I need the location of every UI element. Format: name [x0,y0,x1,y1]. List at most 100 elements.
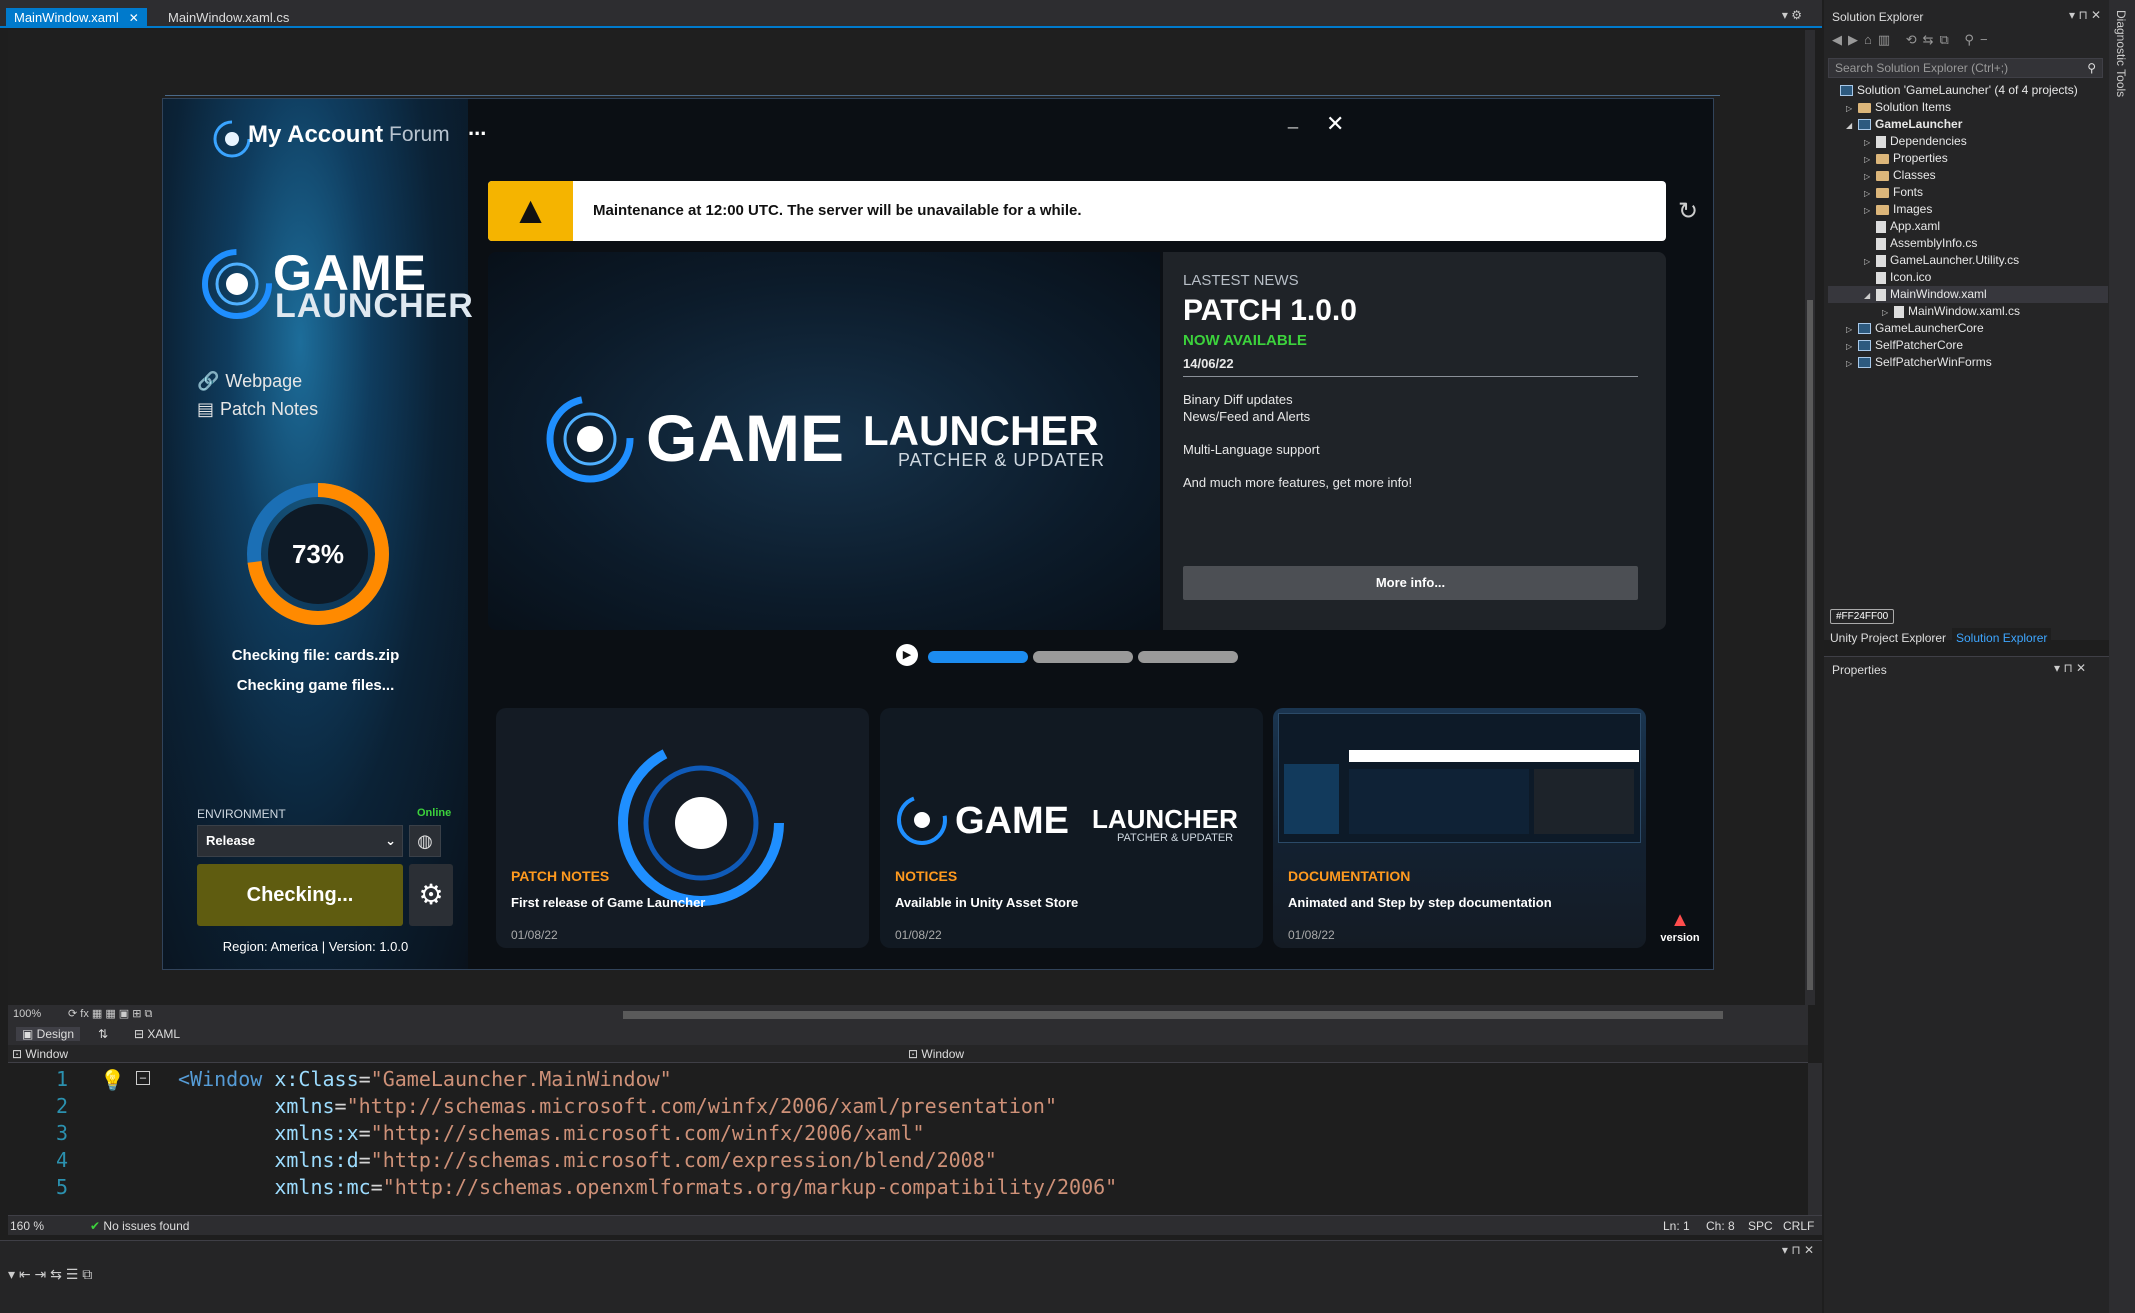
code-token: = [334,1094,347,1118]
tab-mainwindow-xaml[interactable]: MainWindow.xaml ✕ [6,8,147,28]
issues-indicator[interactable]: ✔ No issues found [90,1219,189,1233]
swap-panes-icon[interactable]: ⇅ [98,1027,108,1041]
refresh-icon[interactable]: ↻ [1678,197,1698,226]
expand-toggle-icon[interactable]: ▷ [1846,321,1858,338]
settings-gear-icon[interactable]: ⚙ [409,864,453,926]
designer-tool-icons[interactable]: ⟳ fx ▦ ▦ ▣ ⊞ ⧉ [68,1007,152,1021]
editor-zoom[interactable]: 160 % [10,1219,44,1233]
tab-mainwindow-xaml-cs[interactable]: MainWindow.xaml.cs [160,8,297,28]
solution-tree-item[interactable]: ▷ GameLauncher.Utility.cs [1828,252,2108,269]
nav-forum[interactable]: Forum [389,123,450,147]
color-chip[interactable]: #FF24FF00 [1830,609,1895,624]
solution-tree-item[interactable]: App.xaml [1828,218,2108,235]
carousel-play-icon[interactable]: ▶ [896,644,918,666]
tab-unity-project-explorer[interactable]: Unity Project Explorer [1830,631,1946,645]
code-line[interactable]: 3 xmlns:x="http://schemas.microsoft.com/… [8,1121,1788,1147]
hero-banner[interactable]: GAME LAUNCHER PATCHER & UPDATER [488,252,1160,630]
breadcrumb-right[interactable]: ⊡ Window [908,1047,964,1061]
version-badge[interactable]: ▲ version [1650,909,1710,959]
solution-search-input[interactable]: Search Solution Explorer (Ctrl+;) ⚲ [1828,58,2103,78]
carousel-dot[interactable] [1138,651,1238,663]
expand-toggle-icon[interactable]: ▷ [1864,185,1876,202]
webpage-link[interactable]: 🔗 Webpage [197,371,302,392]
solution-tree-item[interactable]: ▷ Dependencies [1828,133,2108,150]
patch-notes-link[interactable]: ▤ Patch Notes [197,399,318,420]
code-line[interactable]: 5 xmlns:mc="http://schemas.openxmlformat… [8,1175,1788,1201]
carousel-dot[interactable] [1033,651,1133,663]
xaml-tab[interactable]: ⊟ XAML [134,1027,180,1041]
nav-my-account[interactable]: My Account [248,121,383,149]
code-token: xmlns [178,1094,335,1118]
collapse-toggle-icon[interactable]: − [136,1071,150,1085]
design-tab[interactable]: ▣ Design [16,1027,81,1041]
link-icon: 🔗 [197,371,220,391]
tab-dropdown-icon[interactable]: ▾ ⚙ [1782,8,1802,22]
checking-button[interactable]: Checking... [197,864,403,926]
code-line[interactable]: 2 xmlns="http://schemas.microsoft.com/wi… [8,1094,1788,1120]
environment-select[interactable]: Release ⌄ [197,825,403,857]
panel-controls[interactable]: ▾ ⊓ ✕ [2069,8,2101,22]
designer-hscroll-thumb[interactable] [623,1011,1723,1019]
solution-tree-item[interactable]: ▷ SelfPatcherWinForms [1828,354,2108,371]
solution-tree-item[interactable]: ▷ GameLauncherCore [1828,320,2108,337]
solution-tree-item[interactable]: AssemblyInfo.cs [1828,235,2108,252]
solution-tree-item[interactable]: ▷ SelfPatcherCore [1828,337,2108,354]
output-toolbar-icons[interactable]: ▾ ⇤ ⇥ ⇆ ☰ ⧉ [8,1266,92,1283]
zoom-select[interactable]: 100% [13,1008,41,1020]
launcher-sidebar: GAME LAUNCHER 🔗 Webpage ▤ Patch Notes 73% … [163,99,473,969]
solution-explorer-toolbar[interactable]: ◀▶⌂▥ ⟲⇆⧉ ⚲− [1832,32,1994,48]
solution-tree-item[interactable]: ▷ Classes [1828,167,2108,184]
line-ending[interactable]: CRLF [1783,1219,1814,1233]
expand-toggle-icon[interactable]: ▷ [1846,100,1858,117]
code-token: "GameLauncher.MainWindow" [370,1067,672,1091]
maintenance-alert: ▲ Maintenance at 12:00 UTC. The server w… [488,181,1666,241]
expand-toggle-icon[interactable]: ◢ [1864,287,1876,304]
solution-tree-item[interactable]: ▷ MainWindow.xaml.cs [1828,303,2108,320]
expand-toggle-icon[interactable]: ▷ [1846,355,1858,372]
expand-toggle-icon[interactable]: ▷ [1864,168,1876,185]
solution-tree-item[interactable]: ▷ Properties [1828,150,2108,167]
solution-tree-item[interactable]: ▷ Images [1828,201,2108,218]
breadcrumb-left[interactable]: ⊡ Window [12,1047,68,1061]
code-line[interactable]: 4 xmlns:d="http://schemas.microsoft.com/… [8,1148,1788,1174]
expand-toggle-icon[interactable]: ▷ [1864,134,1876,151]
globe-icon[interactable]: ◍ [409,825,441,857]
close-icon[interactable]: ✕ [129,11,139,25]
editor-vscroll[interactable] [1808,1063,1822,1215]
launcher-logo-icon[interactable] [211,118,253,160]
card-notices[interactable]: GAME LAUNCHER PATCHER & UPDATER NOTICES … [880,708,1263,948]
nav-more-button[interactable]: ... [468,115,486,141]
card-hero-big: GAME [955,800,1069,842]
output-panel-controls[interactable]: ▾ ⊓ ✕ [1782,1243,1814,1257]
whitespace-mode[interactable]: SPC [1748,1219,1773,1233]
more-info-button[interactable]: More info... [1183,566,1638,600]
expand-toggle-icon[interactable]: ▷ [1846,338,1858,355]
solution-tree-item[interactable]: ◢ GameLauncher [1828,116,2108,133]
xaml-editor[interactable]: 1 <Window x:Class="GameLauncher.MainWindo… [8,1063,1808,1215]
lightbulb-icon[interactable]: 💡 [100,1068,125,1092]
expand-toggle-icon[interactable]: ◢ [1846,117,1858,134]
expand-toggle-icon[interactable]: ▷ [1864,151,1876,168]
designer-vscroll-thumb[interactable] [1807,300,1813,990]
solution-tree-item[interactable]: ◢ MainWindow.xaml [1828,286,2108,303]
solution-tree-item[interactable]: ▷ Fonts [1828,184,2108,201]
solution-tree-item[interactable]: Solution 'GameLauncher' (4 of 4 projects… [1828,82,2108,99]
close-button[interactable]: ✕ [1326,111,1344,137]
card-patch-notes[interactable]: PATCH NOTES First release of Game Launch… [496,708,869,948]
expand-toggle-icon[interactable]: ▷ [1864,202,1876,219]
solution-tree-item[interactable]: Icon.ico [1828,269,2108,286]
card-documentation[interactable]: DOCUMENTATION Animated and Step by step … [1273,708,1646,948]
code-line[interactable]: 1 <Window x:Class="GameLauncher.MainWindo… [8,1067,1788,1093]
diagnostic-tools-sidetab[interactable]: Diagnostic Tools [2109,0,2135,1313]
solution-tree-item[interactable]: ▷ Solution Items [1828,99,2108,116]
tab-solution-explorer[interactable]: Solution Explorer [1952,628,2052,648]
designer-vscroll[interactable] [1805,30,1815,1005]
expand-toggle-icon[interactable]: ▷ [1864,253,1876,270]
properties-controls[interactable]: ▾ ⊓ ✕ [2054,661,2086,675]
minimize-button[interactable]: _ [1288,109,1298,130]
chevron-down-icon: ⌄ [385,833,396,848]
expand-toggle-icon[interactable]: ▷ [1882,304,1894,321]
card-title: First release of Game Launcher [511,895,706,910]
carousel-dot-active[interactable] [928,651,1028,663]
breadcrumb-bar: ⊡ Window ⊡ Window [8,1045,1808,1063]
